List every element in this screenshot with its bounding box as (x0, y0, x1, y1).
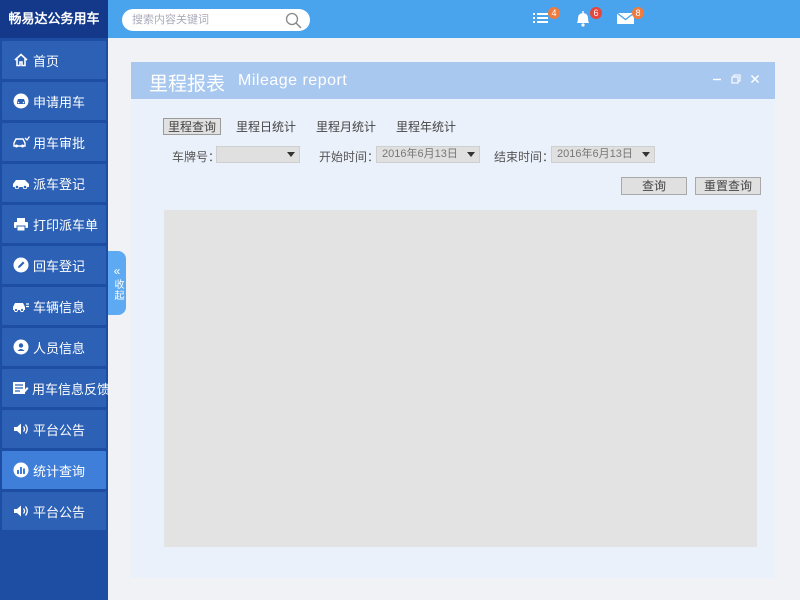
panel-header: 里程报表 Mileage report (131, 62, 775, 99)
feedback-icon (12, 379, 29, 397)
reset-query-button[interactable]: 重置查询 (695, 177, 761, 195)
tab-yearly-stats[interactable]: 里程年统计 (391, 118, 461, 135)
results-area (164, 210, 757, 547)
car-info-icon (12, 297, 30, 315)
car-front-icon (12, 92, 30, 110)
sidebar-item-label: 申请用车 (33, 94, 86, 110)
task-list-button[interactable]: 4 (532, 7, 560, 30)
dropdown-arrow-icon (642, 152, 650, 157)
notifications-button[interactable]: 6 (574, 7, 602, 31)
sidebar-item-vehicle-info[interactable]: 车辆信息 (2, 287, 106, 325)
collapse-label: 收起 (112, 279, 123, 301)
start-date-select[interactable]: 2016年6月13日 (376, 146, 480, 163)
sidebar-item-feedback[interactable]: 用车信息反馈 (2, 369, 110, 407)
end-date-value: 2016年6月13日 (557, 148, 633, 160)
sidebar-item-personnel[interactable]: 人员信息 (2, 328, 106, 366)
tab-monthly-stats[interactable]: 里程月统计 (311, 118, 381, 135)
report-tabs: 里程查询 里程日统计 里程月统计 里程年统计 (163, 118, 471, 135)
restore-icon[interactable] (730, 74, 742, 86)
filter-row: 车牌号： 开始时间： 2016年6月13日 结束时间： 2016年6月13日 (131, 146, 775, 166)
sidebar-item-approve[interactable]: 用车审批 (2, 123, 106, 161)
car-approve-icon (12, 133, 30, 151)
sidebar-item-label: 车辆信息 (33, 299, 86, 315)
top-bar: 4 6 8 (108, 0, 800, 38)
search-box (122, 9, 310, 31)
page-subtitle: Mileage report (238, 72, 348, 89)
dropdown-arrow-icon (467, 152, 475, 157)
sidebar-item-label: 平台公告 (33, 422, 86, 438)
user-icon (12, 338, 30, 356)
plate-label: 车牌号： (172, 150, 221, 164)
double-chevron-left-icon: « (113, 264, 121, 278)
mileage-report-panel: 里程报表 Mileage report 里程查询 里程日统计 里程月统计 里程年… (131, 62, 775, 578)
page-title: 里程报表 (149, 74, 226, 95)
sidebar-nav: 首页 申请用车 用车审批 派车登记 打印派车单 回车登记 车辆信息 人员信息 用… (0, 41, 110, 530)
end-date-select[interactable]: 2016年6月13日 (551, 146, 655, 163)
close-icon[interactable] (749, 74, 761, 86)
bell-badge: 6 (590, 7, 602, 19)
start-date-value: 2016年6月13日 (382, 148, 458, 160)
sidebar-item-apply[interactable]: 申请用车 (2, 82, 106, 120)
end-time-label: 结束时间： (494, 150, 555, 164)
car-dispatch-icon (12, 174, 30, 192)
pencil-icon (12, 256, 30, 274)
search-input[interactable] (122, 9, 272, 31)
sidebar-item-announcement-2[interactable]: 平台公告 (2, 492, 106, 530)
sidebar-item-announcement[interactable]: 平台公告 (2, 410, 106, 448)
sidebar-item-label: 首页 (33, 53, 60, 69)
printer-icon (12, 215, 30, 233)
messages-button[interactable]: 8 (616, 7, 644, 30)
query-button[interactable]: 查询 (621, 177, 687, 195)
dropdown-arrow-icon (287, 152, 295, 157)
tab-mileage-query[interactable]: 里程查询 (163, 118, 222, 135)
home-icon (12, 51, 30, 69)
sidebar-collapse-button[interactable]: « 收起 (108, 251, 126, 315)
sidebar-item-print[interactable]: 打印派车单 (2, 205, 106, 243)
tab-daily-stats[interactable]: 里程日统计 (231, 118, 301, 135)
sidebar-item-statistics[interactable]: 统计查询 (2, 451, 106, 489)
speaker-icon (12, 420, 30, 438)
search-icon[interactable] (285, 12, 302, 32)
list-badge: 4 (548, 7, 560, 19)
brand-title: 畅易达公务用车 (0, 0, 108, 38)
plate-select[interactable] (216, 146, 300, 163)
mail-badge: 8 (632, 7, 644, 19)
sidebar-item-label: 用车审批 (33, 135, 86, 151)
sidebar-item-return[interactable]: 回车登记 (2, 246, 106, 284)
sidebar-item-label: 用车信息反馈 (32, 381, 111, 397)
start-time-label: 开始时间： (319, 150, 380, 164)
bar-chart-icon (12, 461, 30, 479)
speaker-icon (12, 502, 30, 520)
sidebar-item-home[interactable]: 首页 (2, 41, 106, 79)
sidebar-item-label: 平台公告 (33, 504, 86, 520)
bell-icon (574, 11, 592, 31)
list-icon (532, 13, 550, 29)
minimize-icon[interactable] (711, 74, 723, 86)
sidebar-item-label: 统计查询 (33, 463, 86, 479)
sidebar-item-label: 人员信息 (33, 340, 86, 356)
sidebar-item-dispatch[interactable]: 派车登记 (2, 164, 106, 202)
sidebar-item-label: 打印派车单 (33, 217, 99, 233)
sidebar-item-label: 回车登记 (33, 258, 86, 274)
sidebar: 畅易达公务用车 首页 申请用车 用车审批 派车登记 打印派车单 回车登记 车辆信… (0, 0, 110, 600)
sidebar-item-label: 派车登记 (33, 176, 86, 192)
